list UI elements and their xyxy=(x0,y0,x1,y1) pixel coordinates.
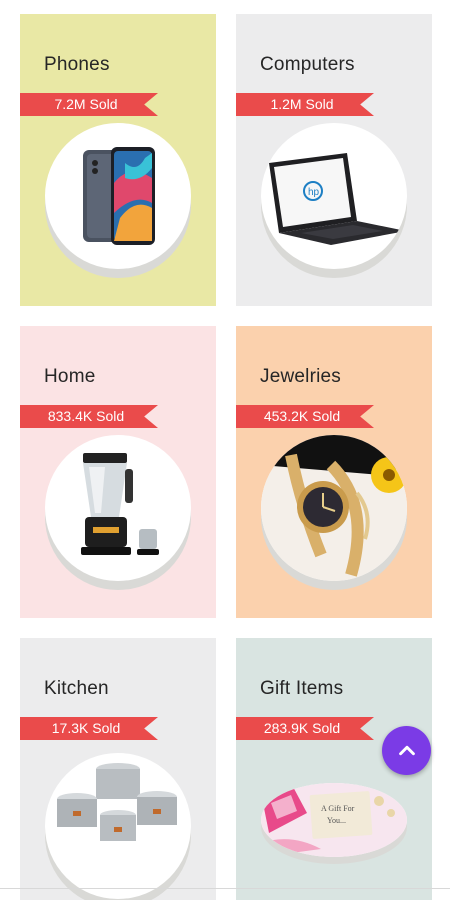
category-card-kitchen[interactable]: Kitchen 17.3K Sold xyxy=(20,638,216,900)
chevron-up-icon xyxy=(398,745,415,755)
svg-text:A Gift For: A Gift For xyxy=(321,804,355,813)
scroll-to-top-button[interactable] xyxy=(382,726,431,775)
category-image[interactable]: A Gift For You... xyxy=(261,783,407,857)
category-title: Jewelries xyxy=(260,366,341,387)
divider xyxy=(0,888,450,889)
category-image[interactable] xyxy=(45,123,191,269)
category-image[interactable] xyxy=(45,753,191,899)
category-card-home[interactable]: Home 833.4K Sold xyxy=(20,326,216,618)
category-image[interactable] xyxy=(45,435,191,581)
category-title: Gift Items xyxy=(260,678,344,699)
category-card-computers[interactable]: Computers 1.2M Sold hp xyxy=(236,14,432,306)
category-title: Home xyxy=(44,366,96,387)
svg-text:You...: You... xyxy=(327,816,346,825)
sold-badge: 453.2K Sold xyxy=(236,405,374,428)
category-card-phones[interactable]: Phones 7.2M Sold xyxy=(20,14,216,306)
sold-badge: 17.3K Sold xyxy=(20,717,158,740)
sold-badge: 7.2M Sold xyxy=(20,93,158,116)
category-image[interactable] xyxy=(261,435,407,581)
sold-badge: 833.4K Sold xyxy=(20,405,158,428)
svg-text:hp: hp xyxy=(308,187,320,198)
phone-image xyxy=(83,147,155,245)
sold-badge: 283.9K Sold xyxy=(236,717,374,740)
category-title: Computers xyxy=(260,54,355,75)
category-title: Phones xyxy=(44,54,110,75)
gift-image: A Gift For You... xyxy=(261,783,407,857)
pots-image xyxy=(57,763,177,841)
laptop-image: hp xyxy=(269,153,406,245)
category-image[interactable]: hp xyxy=(261,123,407,269)
sold-badge: 1.2M Sold xyxy=(236,93,374,116)
blender-image xyxy=(81,453,159,555)
category-card-jewelries[interactable]: Jewelries 453.2K Sold xyxy=(236,326,432,618)
category-title: Kitchen xyxy=(44,678,109,699)
watch-image xyxy=(261,435,407,581)
